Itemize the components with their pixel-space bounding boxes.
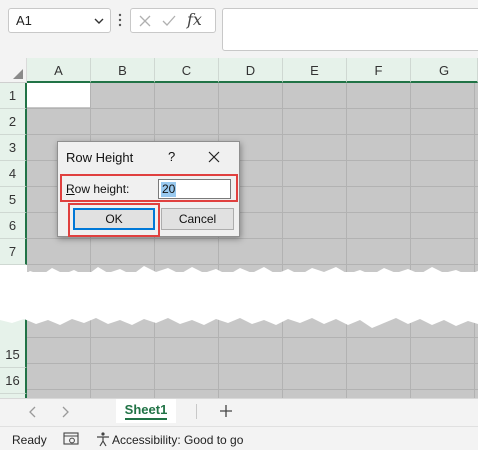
add-sheet-icon[interactable] — [219, 404, 233, 418]
chevron-right-icon[interactable] — [58, 405, 72, 419]
name-box[interactable]: A1 — [8, 8, 111, 33]
row-height-dialog: Row Height ? Row height: 20 OK Cancel — [57, 141, 240, 237]
select-all-corner[interactable] — [0, 58, 27, 83]
row-height-label-text: ow height: — [74, 182, 130, 196]
confirm-entry-icon[interactable] — [161, 13, 177, 29]
column-header-a[interactable]: A — [27, 58, 91, 83]
column-header-d[interactable]: D — [219, 58, 283, 83]
row-height-label: Row height: — [66, 182, 129, 196]
row-header-3[interactable]: 3 — [0, 135, 27, 161]
row-header-6[interactable]: 6 — [0, 213, 27, 239]
insert-function-icon[interactable]: fx — [187, 10, 202, 29]
sheet-tabs-bar: Sheet1 — [0, 398, 478, 426]
macro-recording-icon[interactable] — [63, 432, 79, 446]
column-header-b[interactable]: B — [91, 58, 155, 83]
column-header-c[interactable]: C — [155, 58, 219, 83]
sheet-tab-sheet1[interactable]: Sheet1 — [116, 399, 176, 423]
help-button[interactable]: ? — [168, 149, 175, 164]
name-box-value: A1 — [16, 13, 32, 28]
accessibility-icon[interactable] — [95, 431, 111, 447]
row-height-value: 20 — [161, 182, 177, 197]
cancel-entry-icon[interactable] — [137, 13, 153, 29]
sheet-tab-label: Sheet1 — [124, 402, 168, 420]
column-header-g[interactable]: G — [411, 58, 478, 83]
accessibility-status[interactable]: Accessibility: Good to go — [112, 433, 243, 447]
row-header-2[interactable]: 2 — [0, 109, 27, 135]
cancel-button[interactable]: Cancel — [161, 208, 234, 230]
chevron-down-icon[interactable] — [93, 15, 105, 27]
ok-button[interactable]: OK — [73, 208, 155, 230]
row-height-label-accelerator: R — [66, 182, 75, 196]
row-header-15[interactable]: 15 — [0, 342, 27, 368]
status-bar: Ready Accessibility: Good to go — [0, 426, 478, 450]
row-header-5[interactable]: 5 — [0, 187, 27, 213]
close-icon[interactable] — [207, 150, 221, 164]
chevron-left-icon[interactable] — [26, 405, 40, 419]
formula-bar: A1 fx — [0, 0, 478, 58]
row-header-4[interactable]: 4 — [0, 161, 27, 187]
row-height-input[interactable]: 20 — [158, 179, 231, 199]
column-header-f[interactable]: F — [347, 58, 411, 83]
formula-buttons: fx — [130, 8, 216, 33]
tab-divider — [196, 404, 197, 419]
row-header-16[interactable]: 16 — [0, 368, 27, 394]
column-header-e[interactable]: E — [283, 58, 347, 83]
status-ready: Ready — [12, 433, 47, 447]
active-cell-a1[interactable] — [27, 83, 90, 107]
formula-input[interactable] — [222, 8, 478, 51]
dialog-title: Row Height — [66, 150, 134, 165]
torn-edge-break — [0, 266, 478, 328]
more-options-icon[interactable] — [118, 10, 122, 30]
row-header-1[interactable]: 1 — [0, 83, 27, 109]
